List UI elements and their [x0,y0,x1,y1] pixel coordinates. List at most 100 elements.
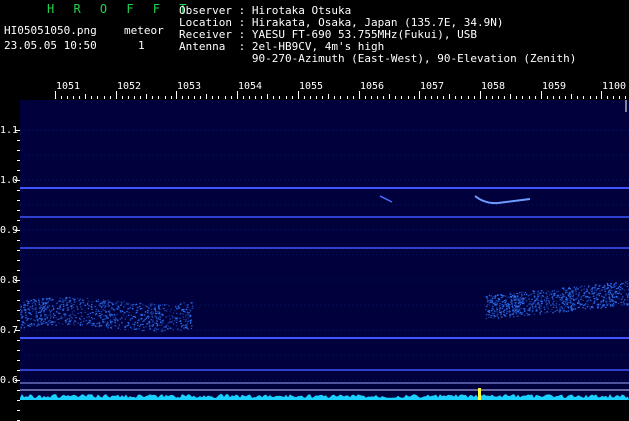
noise-dot [59,313,60,314]
noise-dot [490,300,491,301]
noise-dot [601,289,602,290]
x-minor-tick [559,96,560,99]
noise-dot [489,305,490,306]
noise-dot [113,309,114,310]
noise-dot [541,292,542,293]
noise-dot [524,315,525,316]
x-minor-tick [261,96,262,99]
x-minor-tick [474,96,475,99]
noise-dot [74,301,75,302]
noise-dot [504,310,505,311]
noise-dot [31,314,32,315]
noise-dot [588,285,589,286]
noise-dot [46,298,47,299]
noise-dot [554,290,555,291]
noise-dot [99,326,100,327]
noise-dot [565,292,566,293]
noise-dot [525,297,526,298]
x-minor-tick [188,96,189,99]
noise-dot [140,318,141,319]
x-minor-tick [504,96,505,99]
noise-dot [596,294,597,295]
noise-dot [620,293,621,294]
noise-dot [585,296,586,297]
noise-dot [20,312,21,313]
noise-dot [187,305,188,306]
noise-dot [621,299,622,300]
noise-dot [492,306,493,307]
noise-dot [108,306,109,307]
noise-dot [67,308,68,309]
x-minor-tick [194,96,195,99]
noise-dot [549,302,550,303]
noise-dot [517,298,518,299]
noise-dot [606,300,607,301]
x-minor-tick [97,96,98,99]
noise-dot [578,296,579,297]
noise-dot [156,317,157,318]
noise-dot [103,299,104,300]
noise-dot [567,289,568,290]
noise-dot [530,306,531,307]
noise-dot [590,308,591,309]
noise-dot [171,315,172,316]
noise-dot [524,294,525,295]
noise-dot [175,318,176,319]
noise-dot [616,297,617,298]
noise-dot [560,299,561,300]
noise-dot [505,304,506,305]
noise-dot [153,313,154,314]
noise-dot [488,317,489,318]
noise-dot [507,296,508,297]
x-minor-tick [607,96,608,99]
noise-dot [512,305,513,306]
noise-dot [567,299,568,300]
noise-dot [37,323,38,324]
noise-dot [534,291,535,292]
noise-dot [607,283,608,284]
noise-dot [529,301,530,302]
noise-dot [120,311,121,312]
noise-dot [135,328,136,329]
noise-dot [538,298,539,299]
file-name: HI05051050.png [4,25,97,37]
noise-dot [23,302,24,303]
noise-dot [24,323,25,324]
noise-dot [87,303,88,304]
noise-dot [152,326,153,327]
noise-dot [577,288,578,289]
noise-dot [127,308,128,309]
noise-dot [517,295,518,296]
noise-dot [570,294,571,295]
noise-dot [605,294,606,295]
noise-dot [585,291,586,292]
noise-dot [627,286,628,287]
noise-dot [587,304,588,305]
noise-dot [618,303,619,304]
noise-dot [534,302,535,303]
x-minor-tick [206,94,207,99]
noise-dot [161,329,162,330]
noise-dot [494,315,495,316]
noise-dot [26,315,27,316]
noise-dot [46,299,47,300]
noise-dot [106,312,107,313]
noise-dot [491,295,492,296]
noise-dot [95,311,96,312]
noise-dot [585,303,586,304]
noise-dot [533,290,534,291]
noise-dot [509,310,510,311]
noise-dot [521,292,522,293]
noise-dot [510,293,511,294]
noise-dot [552,304,553,305]
noise-dot [41,311,42,312]
noise-dot [159,325,160,326]
noise-dot [26,320,27,321]
noise-dot [41,320,42,321]
noise-dot [503,305,504,306]
x-minor-tick [134,96,135,99]
noise-dot [181,330,182,331]
noise-dot [615,293,616,294]
noise-dot [95,326,96,327]
noise-dot [605,301,606,302]
